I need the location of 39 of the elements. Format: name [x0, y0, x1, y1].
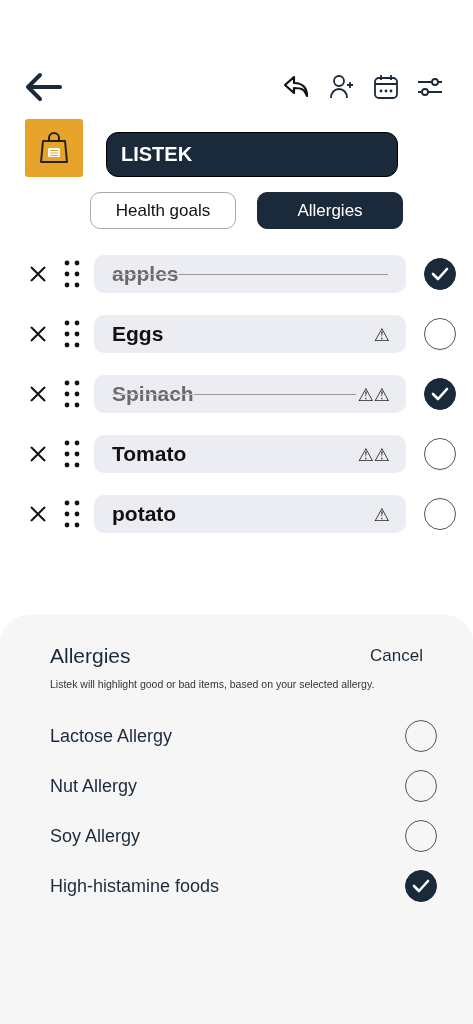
warning-icon: ⚠⚠: [357, 443, 390, 465]
close-icon[interactable]: [30, 386, 46, 402]
calendar-icon[interactable]: [373, 74, 399, 100]
back-arrow-icon[interactable]: [25, 72, 63, 102]
checkbox[interactable]: [424, 258, 456, 290]
drag-handle-icon[interactable]: [64, 500, 80, 528]
option-label: High-histamine foods: [50, 875, 220, 897]
item-field[interactable]: Tomato ⚠⚠: [94, 435, 406, 473]
warning-icon: ⚠⚠: [357, 383, 390, 405]
sheet-title: Allergies: [50, 644, 131, 668]
checkmark-icon: [431, 387, 449, 401]
close-icon[interactable]: [30, 446, 46, 462]
item-field[interactable]: Eggs ⚠: [94, 315, 406, 353]
option-label: Soy Allergy: [50, 825, 141, 847]
undo-icon[interactable]: [283, 74, 311, 100]
close-icon[interactable]: [30, 266, 46, 282]
option-label: Lactose Allergy: [50, 725, 173, 747]
drag-handle-icon[interactable]: [64, 320, 80, 348]
checkmark-icon: [431, 267, 449, 281]
warning-icon: ⚠: [373, 323, 390, 345]
checkmark-icon: [412, 879, 430, 893]
drag-handle-icon[interactable]: [64, 440, 80, 468]
tab[interactable]: Allergies: [257, 192, 403, 229]
shopping-bag-logo: [25, 118, 83, 177]
tab[interactable]: Health goals: [90, 192, 236, 229]
sheet-description: Listek will highlight good or bad items, based on your selected allergy.: [50, 678, 376, 690]
option-label: Nut Allergy: [50, 775, 138, 797]
list-title-field[interactable]: LISTEK: [106, 132, 398, 177]
item-field[interactable]: potato ⚠: [94, 495, 406, 533]
drag-handle-icon[interactable]: [64, 260, 80, 288]
sliders-icon[interactable]: [417, 76, 443, 98]
close-icon[interactable]: [30, 326, 46, 342]
checkbox[interactable]: [424, 378, 456, 410]
close-icon[interactable]: [30, 506, 46, 522]
warning-icon: ⚠: [373, 503, 390, 525]
add-user-icon[interactable]: [329, 74, 355, 100]
checkbox[interactable]: [405, 870, 437, 902]
cancel-button[interactable]: Cancel: [370, 646, 437, 666]
drag-handle-icon[interactable]: [64, 380, 80, 408]
